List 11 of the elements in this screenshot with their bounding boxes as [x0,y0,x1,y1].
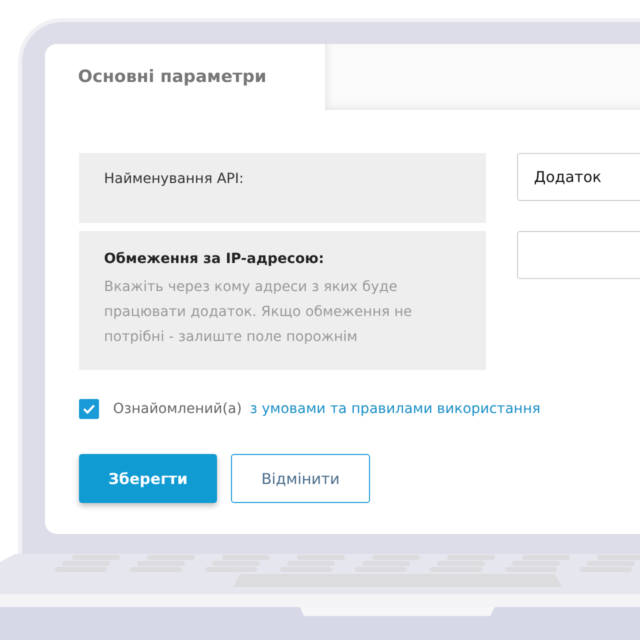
save-button[interactable]: Зберегти [79,454,217,503]
field-hint: Вкажіть через кому адреси з яких буде працювати додаток. Якщо обмеження не потрібні - залиште поле порожнім [104,278,413,347]
field-label: Найменування API: [104,171,245,187]
field-label: Обмеження за IP-адресою: [104,251,326,267]
check-icon [83,404,95,414]
terms-link[interactable]: з умовами та правилами використання [250,401,540,417]
cancel-button[interactable]: Відмінити [231,454,370,503]
input-field[interactable] [517,231,640,279]
checkbox-label: Ознайомлений(а) [113,401,242,417]
input-field[interactable]: Додаток [517,153,640,201]
checkbox[interactable] [79,399,99,419]
